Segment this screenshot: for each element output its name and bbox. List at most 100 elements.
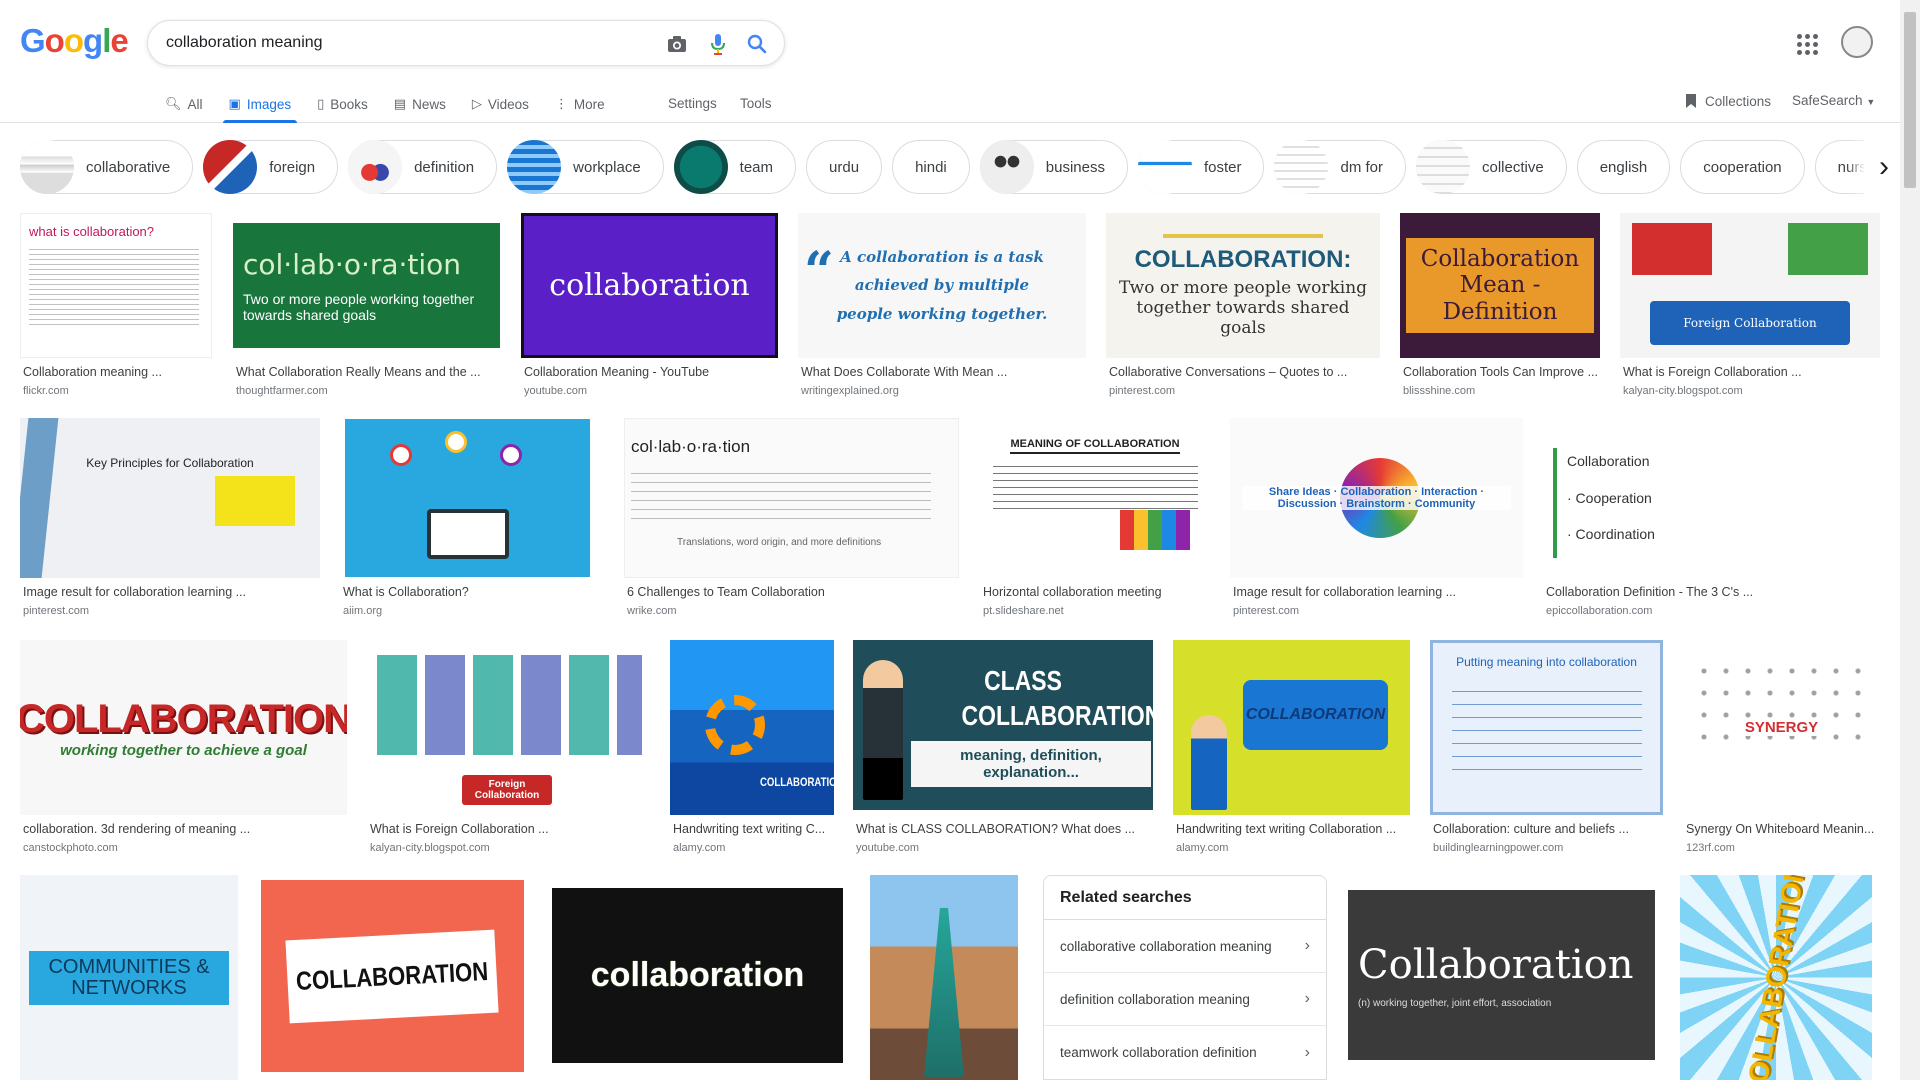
image-result[interactable]: col·lab·o·ra·tion Two or more people wor… (233, 213, 500, 398)
thumbnail-text: COLLABORATION: (1134, 245, 1352, 273)
image-result[interactable]: COLLABORATION working together to achiev… (20, 640, 347, 860)
related-search-item[interactable]: definition collaboration meaning › (1044, 973, 1326, 1026)
image-result[interactable]: Collaboration · Cooperation · Coordinati… (1543, 418, 1880, 623)
result-caption[interactable]: Image result for collaboration learning … (23, 585, 319, 599)
search-input[interactable] (166, 21, 626, 65)
result-caption[interactable]: Image result for collaboration learning … (1233, 585, 1522, 599)
chevron-right-icon[interactable]: › (1864, 140, 1904, 194)
search-box (147, 20, 785, 66)
chip[interactable]: english (1576, 140, 1671, 194)
chip[interactable]: foster (1137, 140, 1265, 194)
settings-link[interactable]: Settings (668, 86, 717, 122)
result-caption[interactable]: Collaboration Definition - The 3 C's ... (1546, 585, 1879, 599)
image-result[interactable]: COMMUNITIES & NETWORKS (20, 875, 238, 1080)
image-result[interactable]: MEANING OF COLLABORATION Horizontal coll… (980, 418, 1210, 623)
image-result[interactable]: COLLABORATION (261, 880, 524, 1080)
chip[interactable]: dm for (1274, 140, 1406, 194)
thumbnail-side-stripe (20, 418, 59, 578)
image-result[interactable]: collaboration Collaboration Meaning - Yo… (521, 213, 778, 398)
image-result[interactable]: COLLABORATION! (1680, 875, 1872, 1080)
result-caption[interactable]: Horizontal collaboration meeting (983, 585, 1209, 599)
chip-thumbnail (507, 140, 562, 194)
chip[interactable]: cooperation (1680, 140, 1805, 194)
result-caption[interactable]: What is Collaboration? (343, 585, 594, 599)
thumbnail-text: Putting meaning into collaboration (1456, 655, 1637, 669)
result-caption[interactable]: What is CLASS COLLABORATION? What does .… (856, 822, 1152, 836)
image-result[interactable]: “ A collaboration is a task achieved by … (798, 213, 1086, 398)
related-search-item[interactable]: teamwork collaboration definition › (1044, 1026, 1326, 1079)
safesearch-dropdown[interactable]: SafeSearch ▼ (1792, 89, 1875, 113)
image-result[interactable]: col·lab·o·ra·tion Translations, word ori… (624, 418, 959, 623)
google-logo[interactable]: Google (20, 22, 129, 60)
image-result[interactable]: Key Principles for Collaboration Image r… (20, 418, 320, 623)
apps-grid-icon[interactable] (1795, 32, 1819, 56)
image-result[interactable]: SYNERGY Synergy On Whiteboard Meanin... … (1683, 640, 1880, 860)
camera-icon[interactable] (666, 33, 688, 55)
result-caption[interactable]: Collaborative Conversations – Quotes to … (1109, 365, 1379, 379)
chip-label: foreign (269, 158, 316, 176)
collections-link[interactable]: Collections (1685, 89, 1771, 113)
result-caption[interactable]: What is Foreign Collaboration ... (1623, 365, 1879, 379)
thumbnail-text: Foreign Collaboration (1650, 301, 1850, 345)
thumbnail-text: Foreign Collaboration (462, 775, 552, 805)
chip[interactable]: urdu (806, 140, 883, 194)
result-caption[interactable]: Collaboration meaning ... (23, 365, 211, 379)
image-result[interactable]: COLLABORATION: Two or more people workin… (1106, 213, 1380, 398)
result-caption[interactable]: What Does Collaborate With Mean ... (801, 365, 1085, 379)
chip[interactable]: business (979, 140, 1128, 194)
tab-news[interactable]: ▤ News (394, 86, 446, 122)
result-caption[interactable]: collaboration. 3d rendering of meaning .… (23, 822, 346, 836)
image-result[interactable]: what is collaboration? Collaboration mea… (20, 213, 212, 398)
image-result[interactable]: CLASS COLLABORATION meaning, definition,… (853, 640, 1153, 860)
result-thumbnail: Collaboration · Cooperation · Coordinati… (1543, 418, 1880, 578)
thumbnail-text: col·lab·o·ra·tion (631, 437, 751, 456)
image-result[interactable]: Share Ideas · Collaboration · Interactio… (1230, 418, 1523, 623)
result-thumbnail: MEANING OF COLLABORATION (980, 418, 1210, 578)
scrollbar-thumb[interactable] (1904, 12, 1916, 188)
tools-link[interactable]: Tools (740, 86, 772, 122)
chip[interactable]: team (673, 140, 797, 194)
result-caption[interactable]: Collaboration Meaning - YouTube (524, 365, 777, 379)
chip[interactable]: definition (348, 140, 498, 194)
image-result[interactable]: collaboration (552, 888, 843, 1063)
chip[interactable]: hindi (892, 140, 970, 194)
image-result[interactable]: COLLABORATION! Handwriting text writing … (670, 640, 834, 860)
avatar[interactable] (1841, 26, 1873, 58)
image-result[interactable]: COLLABORATION Handwriting text writing C… (1173, 640, 1410, 860)
thumbnail-lines (1451, 679, 1642, 779)
result-caption[interactable]: What is Foreign Collaboration ... (370, 822, 649, 836)
image-result[interactable]: Collaboration Mean - Definition Collabor… (1400, 213, 1600, 398)
image-result[interactable]: What is Collaboration? aiim.org (340, 418, 595, 623)
result-caption[interactable]: What Collaboration Really Means and the … (236, 365, 499, 379)
human-tower-figure (924, 907, 964, 1078)
chip[interactable]: workplace (507, 140, 664, 194)
image-result[interactable]: Collaboration (n) working together, join… (1348, 890, 1655, 1060)
tab-images[interactable]: ▣ Images (222, 86, 297, 123)
result-caption[interactable]: Handwriting text writing Collaboration .… (1176, 822, 1409, 836)
chip-label: business (1045, 158, 1105, 176)
result-source: youtube.com (856, 842, 919, 854)
related-search-item[interactable]: collaborative collaboration meaning › (1044, 920, 1326, 973)
tab-all[interactable]: 🔍︎ All (165, 86, 203, 122)
page-scrollbar[interactable] (1900, 0, 1920, 1080)
tab-videos[interactable]: ▷ Videos (472, 86, 529, 122)
chip[interactable]: foreign (203, 140, 339, 194)
chip[interactable]: collaborative (20, 140, 194, 194)
image-result[interactable]: Foreign Collaboration What is Foreign Co… (1620, 213, 1880, 398)
result-source: kalyan-city.blogspot.com (370, 842, 490, 854)
result-caption[interactable]: Handwriting text writing C... (673, 822, 833, 836)
result-caption[interactable]: Collaboration Tools Can Improve ... (1403, 365, 1599, 379)
microphone-icon[interactable] (707, 33, 729, 55)
thumbnail-text: collaboration (549, 268, 750, 303)
search-icon[interactable] (746, 33, 768, 55)
tab-books[interactable]: ▯ Books (317, 86, 368, 122)
result-caption[interactable]: Synergy On Whiteboard Meanin... (1686, 822, 1879, 836)
tab-more[interactable]: ⋮ More (555, 86, 605, 122)
result-caption[interactable]: 6 Challenges to Team Collaboration (627, 585, 958, 599)
image-result[interactable] (870, 875, 1018, 1080)
image-result[interactable]: Foreign Collaboration What is Foreign Co… (367, 640, 650, 860)
image-result[interactable]: Putting meaning into collaboration Colla… (1430, 640, 1663, 860)
result-caption[interactable]: Collaboration: culture and beliefs ... (1433, 822, 1662, 836)
chip-label: cooperation (1703, 158, 1782, 176)
chip[interactable]: collective (1416, 140, 1567, 194)
